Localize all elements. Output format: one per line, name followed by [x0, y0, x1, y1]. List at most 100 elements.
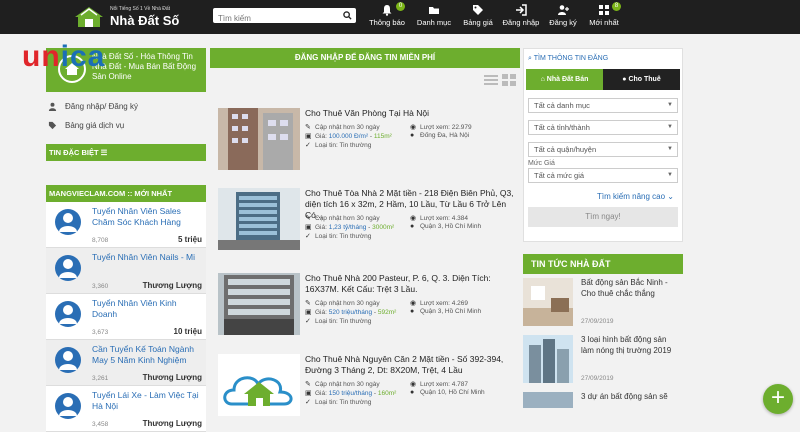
site-logo[interactable]: Nổi Tiếng Số 1 Về Nhà Đất Nhà Đất Số: [72, 4, 179, 30]
listing-title[interactable]: Cho Thuê Nhà 200 Pasteur, P. 6, Q. 3. Di…: [305, 273, 517, 295]
chevron-down-icon: ▼: [667, 172, 673, 178]
map-marker-icon: ●: [410, 132, 415, 139]
edit-icon: ✎: [305, 215, 311, 222]
view-toggle: [484, 74, 516, 86]
logo-slogan: Nổi Tiếng Số 1 Về Nhà Đất: [110, 6, 171, 12]
nav-label: Đăng ký: [549, 18, 577, 27]
post-free-banner[interactable]: ĐĂNG NHẬP ĐỂ ĐĂNG TIN MIỄN PHÍ: [210, 48, 520, 68]
listing-type: ✓ Loại tin: Tin thường: [305, 317, 372, 326]
nav-register[interactable]: Đăng ký: [544, 4, 582, 32]
job-views: 3,360: [92, 283, 109, 290]
money-icon: ▣: [305, 390, 312, 397]
edit-icon: ✎: [305, 300, 311, 307]
listing-type: ✓ Loại tin: Tin thường: [305, 398, 372, 407]
listing-photo[interactable]: [218, 188, 300, 250]
price-select[interactable]: Tất cả mức giá ▼: [528, 168, 678, 183]
listing-title[interactable]: Cho Thuê Văn Phòng Tại Hà Nội: [305, 108, 517, 119]
jobs-header[interactable]: MANGVIECLAM.COM :: MỚI NHẤT: [46, 185, 206, 202]
advanced-search-link[interactable]: Tìm kiếm nâng cao ⌄: [524, 192, 674, 201]
listing-item[interactable]: Cho Thuê Tòa Nhà 2 Mặt tiền - 218 Điện B…: [218, 188, 518, 263]
search-button[interactable]: [338, 8, 356, 23]
job-item[interactable]: Tuyển Lái Xe - Làm Việc Tại Hà Nội 3,458…: [46, 386, 206, 432]
nav-pricing[interactable]: Bảng giá: [458, 4, 498, 32]
login-register-link[interactable]: Đăng nhập/ Đăng ký: [48, 102, 206, 111]
search-box: [213, 8, 356, 26]
job-salary: 5 triệu: [177, 235, 202, 244]
listing-item[interactable]: Cho Thuê Nhà 200 Pasteur, P. 6, Q. 3. Di…: [218, 273, 518, 348]
main-content: ĐĂNG NHẬP ĐỂ ĐĂNG TIN MIỄN PHÍ Cho Thuê …: [210, 48, 520, 416]
job-title: Tuyển Nhân Viên Kinh Doanh: [92, 298, 177, 319]
price-label: Mức Giá: [528, 160, 555, 167]
tab-rent[interactable]: ● Cho Thuê: [603, 69, 680, 90]
list-view-icon[interactable]: [484, 74, 498, 86]
grid-view-icon[interactable]: [502, 74, 516, 86]
news-title[interactable]: Bất động sản Bắc Ninh - Cho thuê chắc th…: [581, 278, 681, 299]
job-item[interactable]: Tuyển Nhân Viên Kinh Doanh 3,673 10 triệ…: [46, 294, 206, 340]
district-select[interactable]: Tất cả quận/huyện ▼: [528, 142, 678, 157]
pricing-link[interactable]: Bảng giá dịch vụ: [48, 121, 206, 130]
chevron-down-icon: ▼: [667, 102, 673, 108]
category-select[interactable]: Tất cả danh mục ▼: [528, 98, 678, 113]
search-panel: ⌕ TÌM THÔNG TIN ĐĂNG ⌂ Nhà Đất Bán ● Cho…: [523, 48, 683, 242]
listing-type: ✓ Loại tin: Tin thường: [305, 232, 372, 241]
check-icon: ✓: [305, 233, 311, 240]
province-select[interactable]: Tất cả tỉnh/thành ▼: [528, 120, 678, 135]
news-photo[interactable]: [523, 278, 573, 326]
listing-item[interactable]: Cho Thuê Văn Phòng Tại Hà Nội ✎ Cập nhật …: [218, 108, 518, 183]
listing-price: ▣ Giá: 150 triệu/tháng - 160m²: [305, 389, 397, 398]
tags-icon: [473, 5, 483, 15]
nav-latest[interactable]: 8 Mới nhất: [585, 2, 623, 32]
top-navbar: Nổi Tiếng Số 1 Về Nhà Đất Nhà Đất Số 0 T…: [0, 0, 800, 34]
tab-sale[interactable]: ⌂ Nhà Đất Bán: [526, 69, 603, 90]
special-news-header: TIN ĐẶC BIỆT ☰: [46, 144, 206, 161]
chevron-down-icon: ▼: [667, 146, 673, 152]
listing-photo[interactable]: [218, 108, 300, 170]
right-sidebar: ⌕ TÌM THÔNG TIN ĐĂNG ⌂ Nhà Đất Bán ● Cho…: [523, 48, 683, 412]
job-title: Tuyển Lái Xe - Làm Việc Tại Hà Nội: [92, 390, 199, 411]
job-views: 8,708: [92, 237, 109, 244]
eye-icon: ◉: [410, 124, 417, 131]
listing-updated: ✎ Cập nhật hơn 30 ngày: [305, 123, 380, 132]
add-button[interactable]: +: [763, 384, 793, 414]
news-item[interactable]: 3 dự án bất động sản sẽ: [523, 392, 683, 412]
job-views: 3,261: [92, 375, 109, 382]
job-logo-icon: [55, 301, 81, 327]
listing-item[interactable]: Cho Thuê Nhà Nguyên Căn 2 Mặt tiền - Số …: [218, 354, 518, 429]
job-item[interactable]: Tuyển Nhân Viên Sales Chăm Sóc Khách Hàn…: [46, 202, 206, 248]
news-date: 27/09/2019: [581, 318, 614, 325]
search-input[interactable]: [213, 11, 333, 26]
link-label: Bảng giá dịch vụ: [65, 121, 125, 130]
listing-title[interactable]: Cho Thuê Nhà Nguyên Căn 2 Mặt tiền - Số …: [305, 354, 517, 376]
news-photo[interactable]: [523, 392, 573, 408]
listing-photo[interactable]: [218, 354, 300, 416]
eye-icon: ◉: [410, 381, 417, 388]
job-logo-icon: [55, 209, 81, 235]
search-icon: [342, 11, 352, 20]
nav-notifications[interactable]: 0 Thông báo: [367, 2, 407, 32]
news-item[interactable]: 3 loại hình bất động sản làm nóng thị tr…: [523, 335, 683, 388]
nav-login[interactable]: Đăng nhập: [500, 4, 542, 32]
job-item[interactable]: Tuyển Nhân Viên Nails - Mi 3,360 Thương …: [46, 248, 206, 294]
listing-price: ▣ Giá: 1,23 tỷ/tháng - 3000m²: [305, 223, 395, 232]
notification-badge: 0: [396, 2, 405, 11]
search-submit-button[interactable]: Tìm ngay!: [528, 207, 678, 227]
folder-icon: [429, 7, 439, 14]
money-icon: ▣: [305, 133, 312, 140]
news-date: 27/09/2019: [581, 375, 614, 382]
job-salary: 10 triệu: [173, 327, 202, 336]
edit-icon: ✎: [305, 381, 311, 388]
latest-badge: 8: [612, 2, 621, 11]
job-item[interactable]: Cần Tuyển Kế Toán Ngành May 5 Năm Kinh N…: [46, 340, 206, 386]
news-title[interactable]: 3 dự án bất động sản sẽ: [581, 392, 681, 403]
news-item[interactable]: Bất động sản Bắc Ninh - Cho thuê chắc th…: [523, 278, 683, 331]
nav-categories[interactable]: Danh mục: [414, 4, 454, 32]
news-title[interactable]: 3 loại hình bất động sản làm nóng thị tr…: [581, 335, 681, 356]
news-photo[interactable]: [523, 335, 573, 383]
user-icon: [48, 102, 57, 111]
eye-icon: ◉: [410, 215, 417, 222]
unica-watermark: unica: [22, 40, 106, 73]
nav-label: Bảng giá: [463, 18, 493, 27]
listing-photo[interactable]: [218, 273, 300, 335]
listing-views: ◉ Lượt xem: 4.269: [410, 299, 468, 308]
job-logo-icon: [55, 347, 81, 373]
